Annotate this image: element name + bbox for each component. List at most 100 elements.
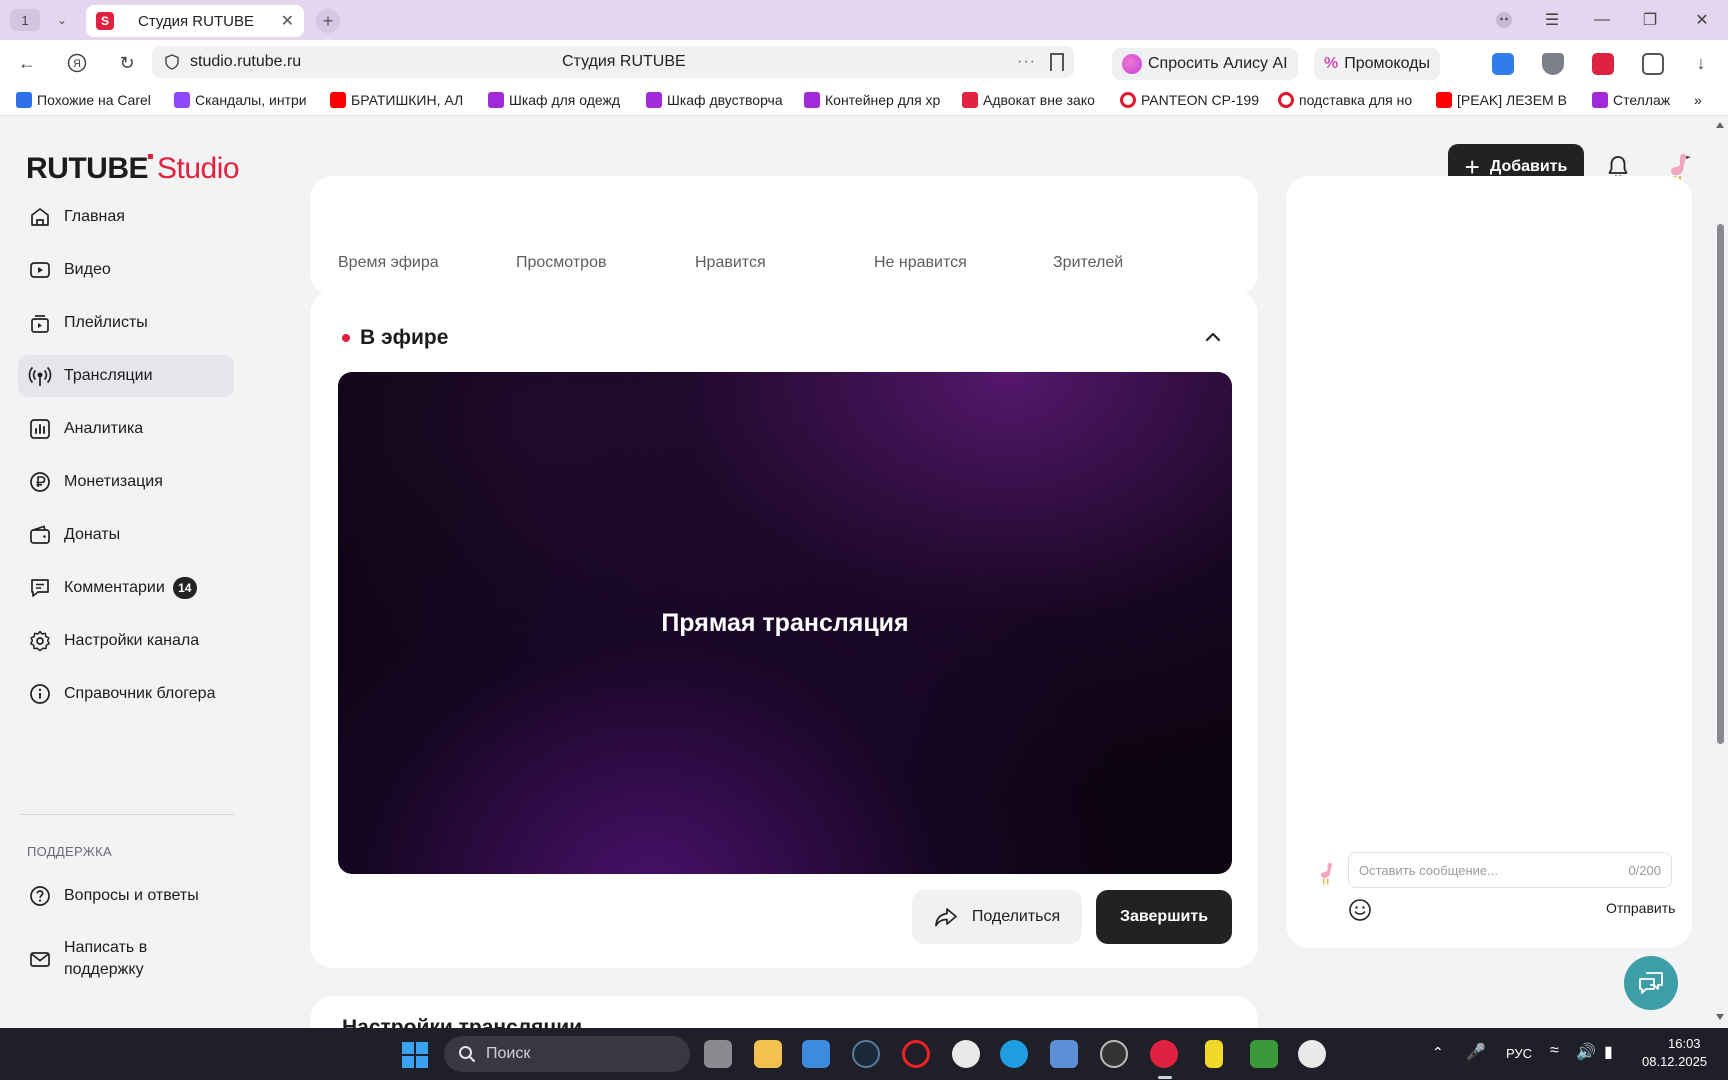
bookmark-item[interactable]: [PEAK] ЛЕЗЕМ В bbox=[1436, 90, 1578, 110]
bookmarks-more-icon[interactable]: » bbox=[1694, 90, 1718, 110]
chat-message-input[interactable]: Оставить сообщение... 0/200 bbox=[1348, 852, 1672, 888]
restore-icon[interactable]: ❐ bbox=[1636, 8, 1664, 32]
bookmark-item[interactable]: Похожие на Carel bbox=[16, 90, 158, 110]
bookmark-item[interactable]: Адвокат вне зако bbox=[962, 90, 1104, 110]
sidebar-item-analytics[interactable]: Аналитика bbox=[18, 408, 234, 450]
yandex-browser-icon[interactable] bbox=[1150, 1040, 1178, 1068]
obs-icon[interactable] bbox=[1100, 1040, 1128, 1068]
bookmark-item[interactable]: PANTEON CP-199 bbox=[1120, 90, 1262, 110]
edge-icon[interactable] bbox=[1000, 1040, 1028, 1068]
page-scrollbar[interactable] bbox=[1712, 116, 1728, 1028]
url-field[interactable]: studio.rutube.ru Студия RUTUBE ··· bbox=[152, 46, 1074, 78]
panda-app-2-icon[interactable] bbox=[1298, 1040, 1326, 1068]
volume-icon[interactable]: 🔊 bbox=[1576, 1042, 1596, 1062]
xbox-app-icon[interactable] bbox=[1250, 1040, 1278, 1068]
bookmark-item[interactable]: Шкаф двустворча bbox=[646, 90, 788, 110]
yandex-icon[interactable]: Я bbox=[64, 50, 90, 76]
sidebar-item-channel-settings[interactable]: Настройки канала bbox=[18, 620, 234, 662]
sidebar-item-broadcasts[interactable]: Трансляции bbox=[18, 355, 234, 397]
collections-icon[interactable] bbox=[1642, 53, 1664, 75]
logo-studio: Studio bbox=[157, 152, 240, 185]
input-language[interactable]: РУС bbox=[1506, 1046, 1532, 1061]
file-explorer-icon[interactable] bbox=[754, 1040, 782, 1068]
sidebar-item-comments[interactable]: Комментарии 14 bbox=[18, 567, 234, 609]
share-button-label: Поделиться bbox=[971, 908, 1061, 925]
tab-list-chevron-icon[interactable]: ⌄ bbox=[50, 9, 74, 31]
rutube-studio-logo[interactable]: RUTUBE Studio bbox=[26, 152, 240, 186]
analytics-icon bbox=[28, 417, 52, 441]
tray-chevron-icon[interactable]: ⌃ bbox=[1432, 1044, 1444, 1061]
clock-date[interactable]: 08.12.2025 bbox=[1642, 1054, 1707, 1069]
sidebar-item-write-support[interactable]: Написать в поддержку bbox=[18, 934, 234, 984]
sidebar-divider bbox=[20, 814, 234, 815]
sidebar-item-donations[interactable]: Донаты bbox=[18, 514, 234, 556]
record-icon[interactable] bbox=[902, 1040, 930, 1068]
chat-send-button[interactable]: Отправить bbox=[1606, 900, 1675, 916]
bookmark-item[interactable]: Контейнер для хр bbox=[804, 90, 946, 110]
panda-app-icon[interactable] bbox=[952, 1040, 980, 1068]
share-button[interactable]: Поделиться bbox=[912, 890, 1082, 944]
back-arrow-icon[interactable]: ← bbox=[14, 50, 40, 76]
scrollbar-thumb[interactable] bbox=[1717, 224, 1724, 744]
minimize-icon[interactable]: — bbox=[1588, 8, 1616, 32]
bookmark-item[interactable]: подставка для но bbox=[1278, 90, 1420, 110]
stats-card: Время эфира Просмотров Нравится Не нрави… bbox=[310, 176, 1258, 296]
wallet-icon bbox=[28, 523, 52, 547]
new-tab-button[interactable]: + bbox=[316, 9, 340, 33]
microsoft-store-icon[interactable] bbox=[802, 1040, 830, 1068]
sidebar-item-monetization[interactable]: Монетизация bbox=[18, 461, 234, 503]
rutube-icon bbox=[962, 92, 978, 108]
microphone-icon[interactable]: 🎤 bbox=[1466, 1042, 1486, 1062]
sidebar-item-label: Аналитика bbox=[64, 420, 144, 437]
windows-start-icon[interactable] bbox=[402, 1042, 428, 1068]
emoji-icon[interactable] bbox=[1348, 898, 1372, 922]
close-window-icon[interactable]: ✕ bbox=[1688, 8, 1716, 32]
bookmark-item[interactable]: Скандалы, интри bbox=[174, 90, 316, 110]
cloud-app-icon[interactable] bbox=[1050, 1040, 1078, 1068]
chat-card: Оставить сообщение... 0/200 Отправить bbox=[1286, 176, 1692, 948]
promo-codes-button[interactable]: % Промокоды bbox=[1314, 48, 1440, 80]
ask-alice-label: Спросить Алису AI bbox=[1148, 55, 1288, 72]
page-title-in-url: Студия RUTUBE bbox=[562, 53, 686, 70]
clock-time[interactable]: 16:03 bbox=[1668, 1036, 1701, 1051]
taskbar-search[interactable]: Поиск bbox=[444, 1036, 690, 1072]
ozon-icon bbox=[1120, 92, 1136, 108]
site-shield-icon[interactable] bbox=[164, 54, 180, 70]
flashlight-app-icon[interactable] bbox=[1205, 1040, 1223, 1068]
help-chat-button[interactable] bbox=[1624, 956, 1678, 1010]
pocket-extension-icon[interactable] bbox=[1592, 53, 1614, 75]
finish-stream-button[interactable]: Завершить bbox=[1096, 890, 1232, 944]
bookmark-item[interactable]: БРАТИШКИН, АЛ bbox=[330, 90, 472, 110]
scroll-down-arrow-icon[interactable] bbox=[1716, 1014, 1724, 1020]
sidebar-item-faq[interactable]: Вопросы и ответы bbox=[18, 875, 234, 917]
bookmark-icon[interactable] bbox=[1050, 53, 1064, 71]
video-player[interactable]: Прямая трансляция bbox=[338, 372, 1232, 874]
battery-icon[interactable]: ▮ bbox=[1604, 1042, 1613, 1062]
profile-icon[interactable] bbox=[1490, 8, 1518, 32]
download-extension-icon[interactable] bbox=[1492, 53, 1514, 75]
ask-alice-button[interactable]: Спросить Алису AI bbox=[1112, 48, 1298, 80]
bookmark-item[interactable]: Стеллаж bbox=[1592, 90, 1692, 110]
url-more-icon[interactable]: ··· bbox=[1017, 53, 1036, 71]
task-view-icon[interactable] bbox=[704, 1040, 732, 1068]
scroll-up-arrow-icon[interactable] bbox=[1716, 122, 1724, 128]
browser-menu-icon[interactable]: ☰ bbox=[1538, 8, 1566, 32]
reload-icon[interactable]: ↻ bbox=[114, 50, 140, 76]
sidebar-item-home[interactable]: Главная bbox=[18, 196, 234, 238]
bookmarks-bar: Похожие на Carel Скандалы, интри БРАТИШК… bbox=[0, 84, 1728, 116]
sidebar-item-playlists[interactable]: Плейлисты bbox=[18, 302, 234, 344]
tab-counter[interactable]: 1 bbox=[10, 9, 40, 31]
sidebar-item-blogger-guide[interactable]: Справочник блогера bbox=[18, 673, 234, 715]
tab-close-icon[interactable]: ✕ bbox=[281, 11, 294, 31]
ozon-icon bbox=[1278, 92, 1294, 108]
sidebar-item-partial[interactable] bbox=[18, 1016, 234, 1028]
sidebar-item-video[interactable]: Видео bbox=[18, 249, 234, 291]
chevron-up-icon[interactable] bbox=[1202, 326, 1224, 348]
bookmark-item[interactable]: Шкаф для одежд bbox=[488, 90, 630, 110]
wifi-icon[interactable]: ≈ bbox=[1550, 1042, 1559, 1060]
shield-extension-icon[interactable] bbox=[1542, 53, 1564, 75]
steam-icon[interactable] bbox=[852, 1040, 880, 1068]
downloads-icon[interactable]: ↓ bbox=[1688, 50, 1714, 76]
active-tab[interactable]: S Студия RUTUBE ✕ bbox=[86, 5, 304, 37]
wildberries-icon bbox=[1592, 92, 1608, 108]
